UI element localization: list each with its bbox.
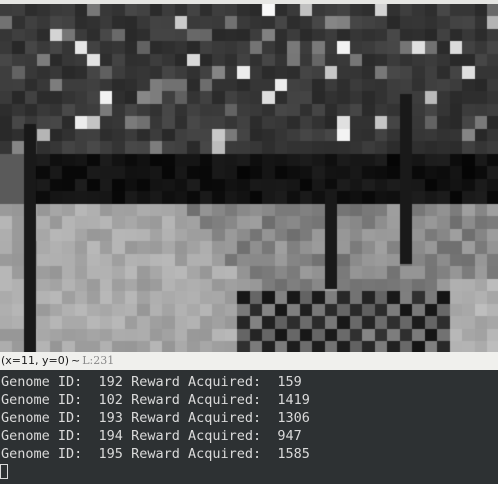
desktop: (x=11, y=0) ~ L:231 Genome ID: 192 Reward … bbox=[0, 0, 498, 484]
reward-label: Reward Acquired: bbox=[131, 374, 262, 390]
genome-id-label: Genome ID: bbox=[1, 410, 83, 426]
genome-id-value: 193 bbox=[98, 410, 123, 426]
terminal-line: Genome ID: 194 Reward Acquired: 947 bbox=[0, 427, 498, 445]
genome-id-value: 194 bbox=[98, 428, 123, 444]
viewer-status-bar: (x=11, y=0) ~ L:231 bbox=[0, 352, 498, 370]
reward-value: 1585 bbox=[277, 446, 310, 462]
reward-value: 1306 bbox=[277, 410, 310, 426]
reward-value: 159 bbox=[277, 374, 302, 390]
reward-label: Reward Acquired: bbox=[131, 392, 262, 408]
cursor-coordinates: (x=11, y=0) bbox=[1, 354, 70, 367]
game-frame-image bbox=[0, 4, 498, 352]
genome-id-label: Genome ID: bbox=[1, 446, 83, 462]
genome-id-label: Genome ID: bbox=[1, 392, 83, 408]
terminal-cursor bbox=[0, 464, 8, 479]
reward-label: Reward Acquired: bbox=[131, 446, 262, 462]
pixel-level-readout: L:231 bbox=[82, 354, 115, 367]
genome-id-value: 102 bbox=[98, 392, 123, 408]
reward-label: Reward Acquired: bbox=[131, 410, 262, 426]
genome-id-label: Genome ID: bbox=[1, 428, 83, 444]
reward-value: 1419 bbox=[277, 392, 310, 408]
terminal-line: Genome ID: 193 Reward Acquired: 1306 bbox=[0, 409, 498, 427]
status-separator: ~ bbox=[71, 354, 81, 367]
terminal-prompt-line[interactable] bbox=[0, 463, 498, 481]
genome-id-value: 192 bbox=[98, 374, 123, 390]
reward-label: Reward Acquired: bbox=[131, 428, 262, 444]
terminal-line: Genome ID: 102 Reward Acquired: 1419 bbox=[0, 391, 498, 409]
terminal-line: Genome ID: 192 Reward Acquired: 159 bbox=[0, 373, 498, 391]
reward-value: 947 bbox=[277, 428, 302, 444]
genome-id-value: 195 bbox=[98, 446, 123, 462]
genome-id-label: Genome ID: bbox=[1, 374, 83, 390]
terminal-line: Genome ID: 195 Reward Acquired: 1585 bbox=[0, 445, 498, 463]
terminal-output[interactable]: Genome ID: 192 Reward Acquired: 159 Geno… bbox=[0, 370, 498, 484]
game-frame-viewer: (x=11, y=0) ~ L:231 bbox=[0, 0, 498, 370]
